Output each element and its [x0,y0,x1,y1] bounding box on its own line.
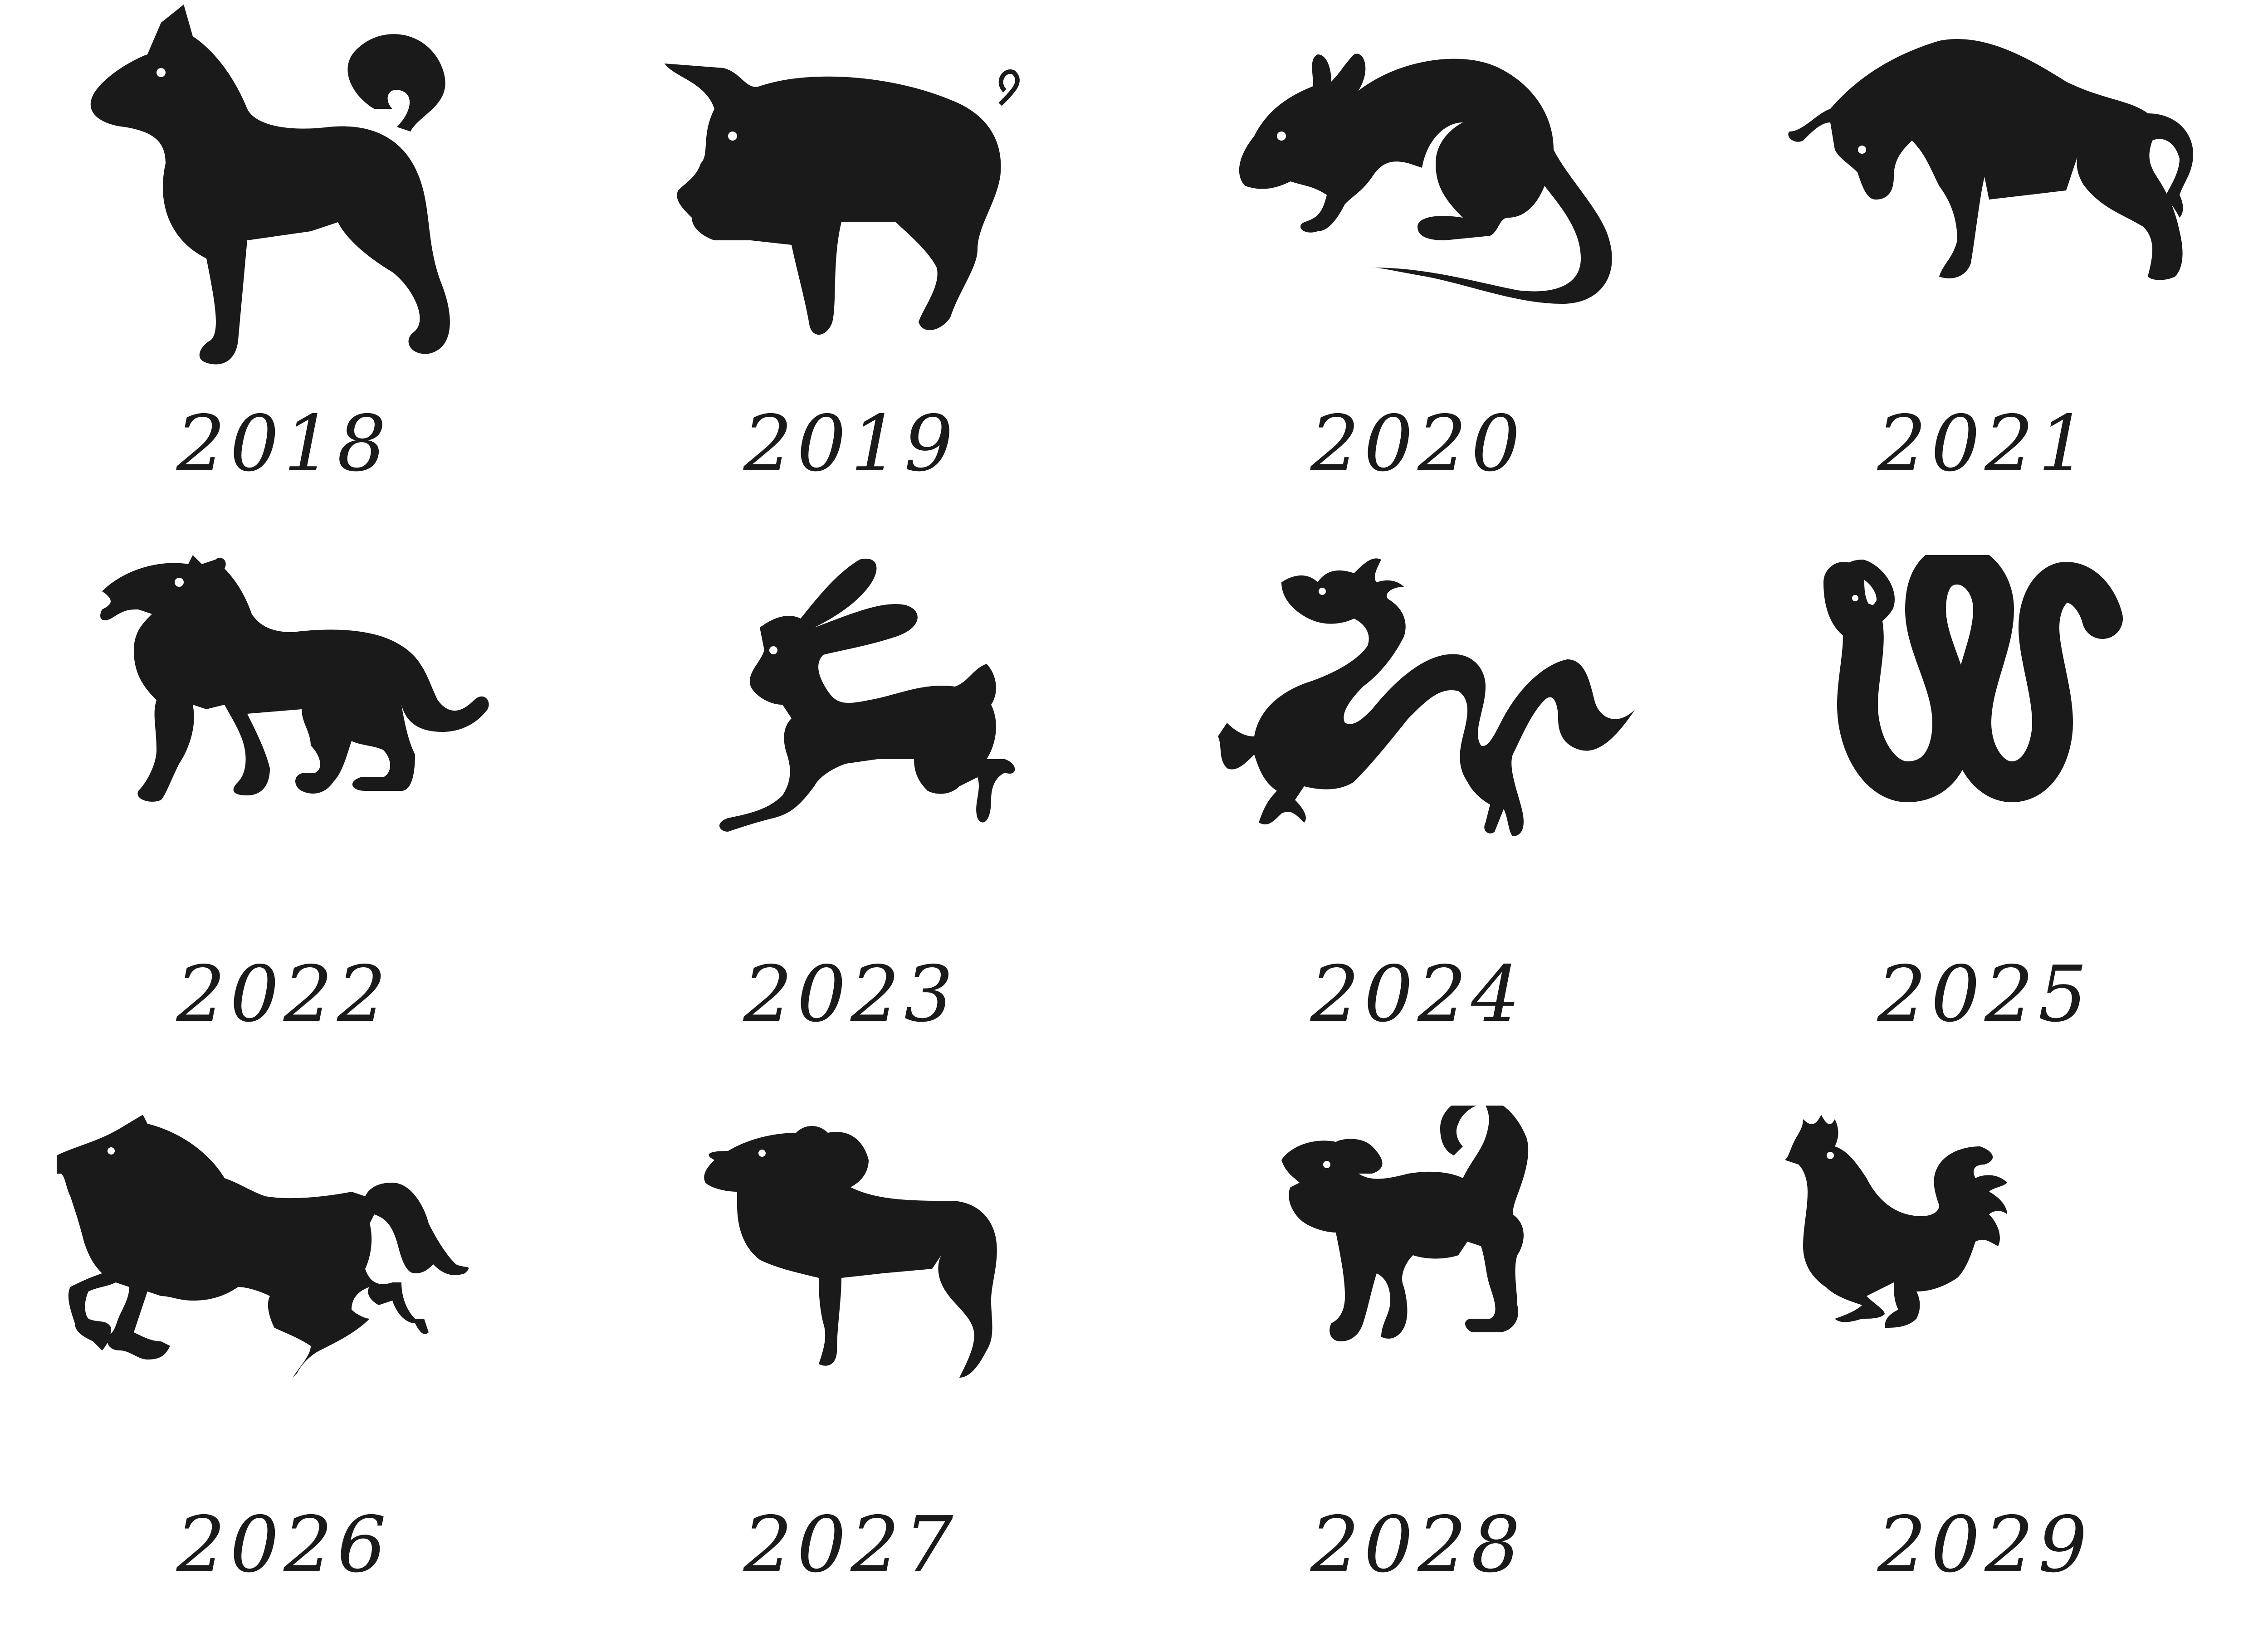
year-label: 2018 [176,399,391,489]
horse-icon [57,1106,510,1505]
zodiac-cell-horse: 2026 [0,1101,567,1652]
pig-icon [624,5,1077,404]
zodiac-cell-rabbit: 2023 [567,551,1134,1101]
zodiac-cell-dog: 2018 [0,0,567,551]
year-label: 2028 [1310,1500,1525,1590]
rat-icon [1191,5,1644,404]
year-label: 2020 [1310,399,1525,489]
year-label: 2021 [1877,399,2092,489]
year-label: 2022 [176,950,391,1039]
tiger-icon [57,555,510,954]
dog-icon [57,5,510,404]
zodiac-cell-snake: 2025 [1701,551,2268,1101]
year-label: 2024 [1310,950,1525,1039]
zodiac-cell-dragon: 2024 [1134,551,1701,1101]
year-label: 2019 [743,399,958,489]
zodiac-cell-rat: 2020 [1134,0,1701,551]
dragon-icon [1191,555,1644,954]
zodiac-cell-pig: 2019 [567,0,1134,551]
year-label: 2027 [743,1500,958,1590]
year-label: 2025 [1877,950,2092,1039]
rabbit-icon [624,555,1077,954]
ox-icon [1758,5,2211,404]
year-label: 2029 [1877,1500,2092,1590]
zodiac-grid: 2018 2019 2020 2021 2022 2023 2024 2025 … [0,0,2268,1652]
rooster-icon [1758,1106,2211,1505]
zodiac-cell-rooster: 2029 [1701,1101,2268,1652]
goat-icon [624,1106,1077,1505]
zodiac-cell-goat: 2027 [567,1101,1134,1652]
zodiac-cell-ox: 2021 [1701,0,2268,551]
snake-icon [1758,555,2211,954]
year-label: 2026 [176,1500,391,1590]
monkey-icon [1191,1106,1644,1505]
zodiac-cell-monkey: 2028 [1134,1101,1701,1652]
year-label: 2023 [743,950,958,1039]
zodiac-cell-tiger: 2022 [0,551,567,1101]
